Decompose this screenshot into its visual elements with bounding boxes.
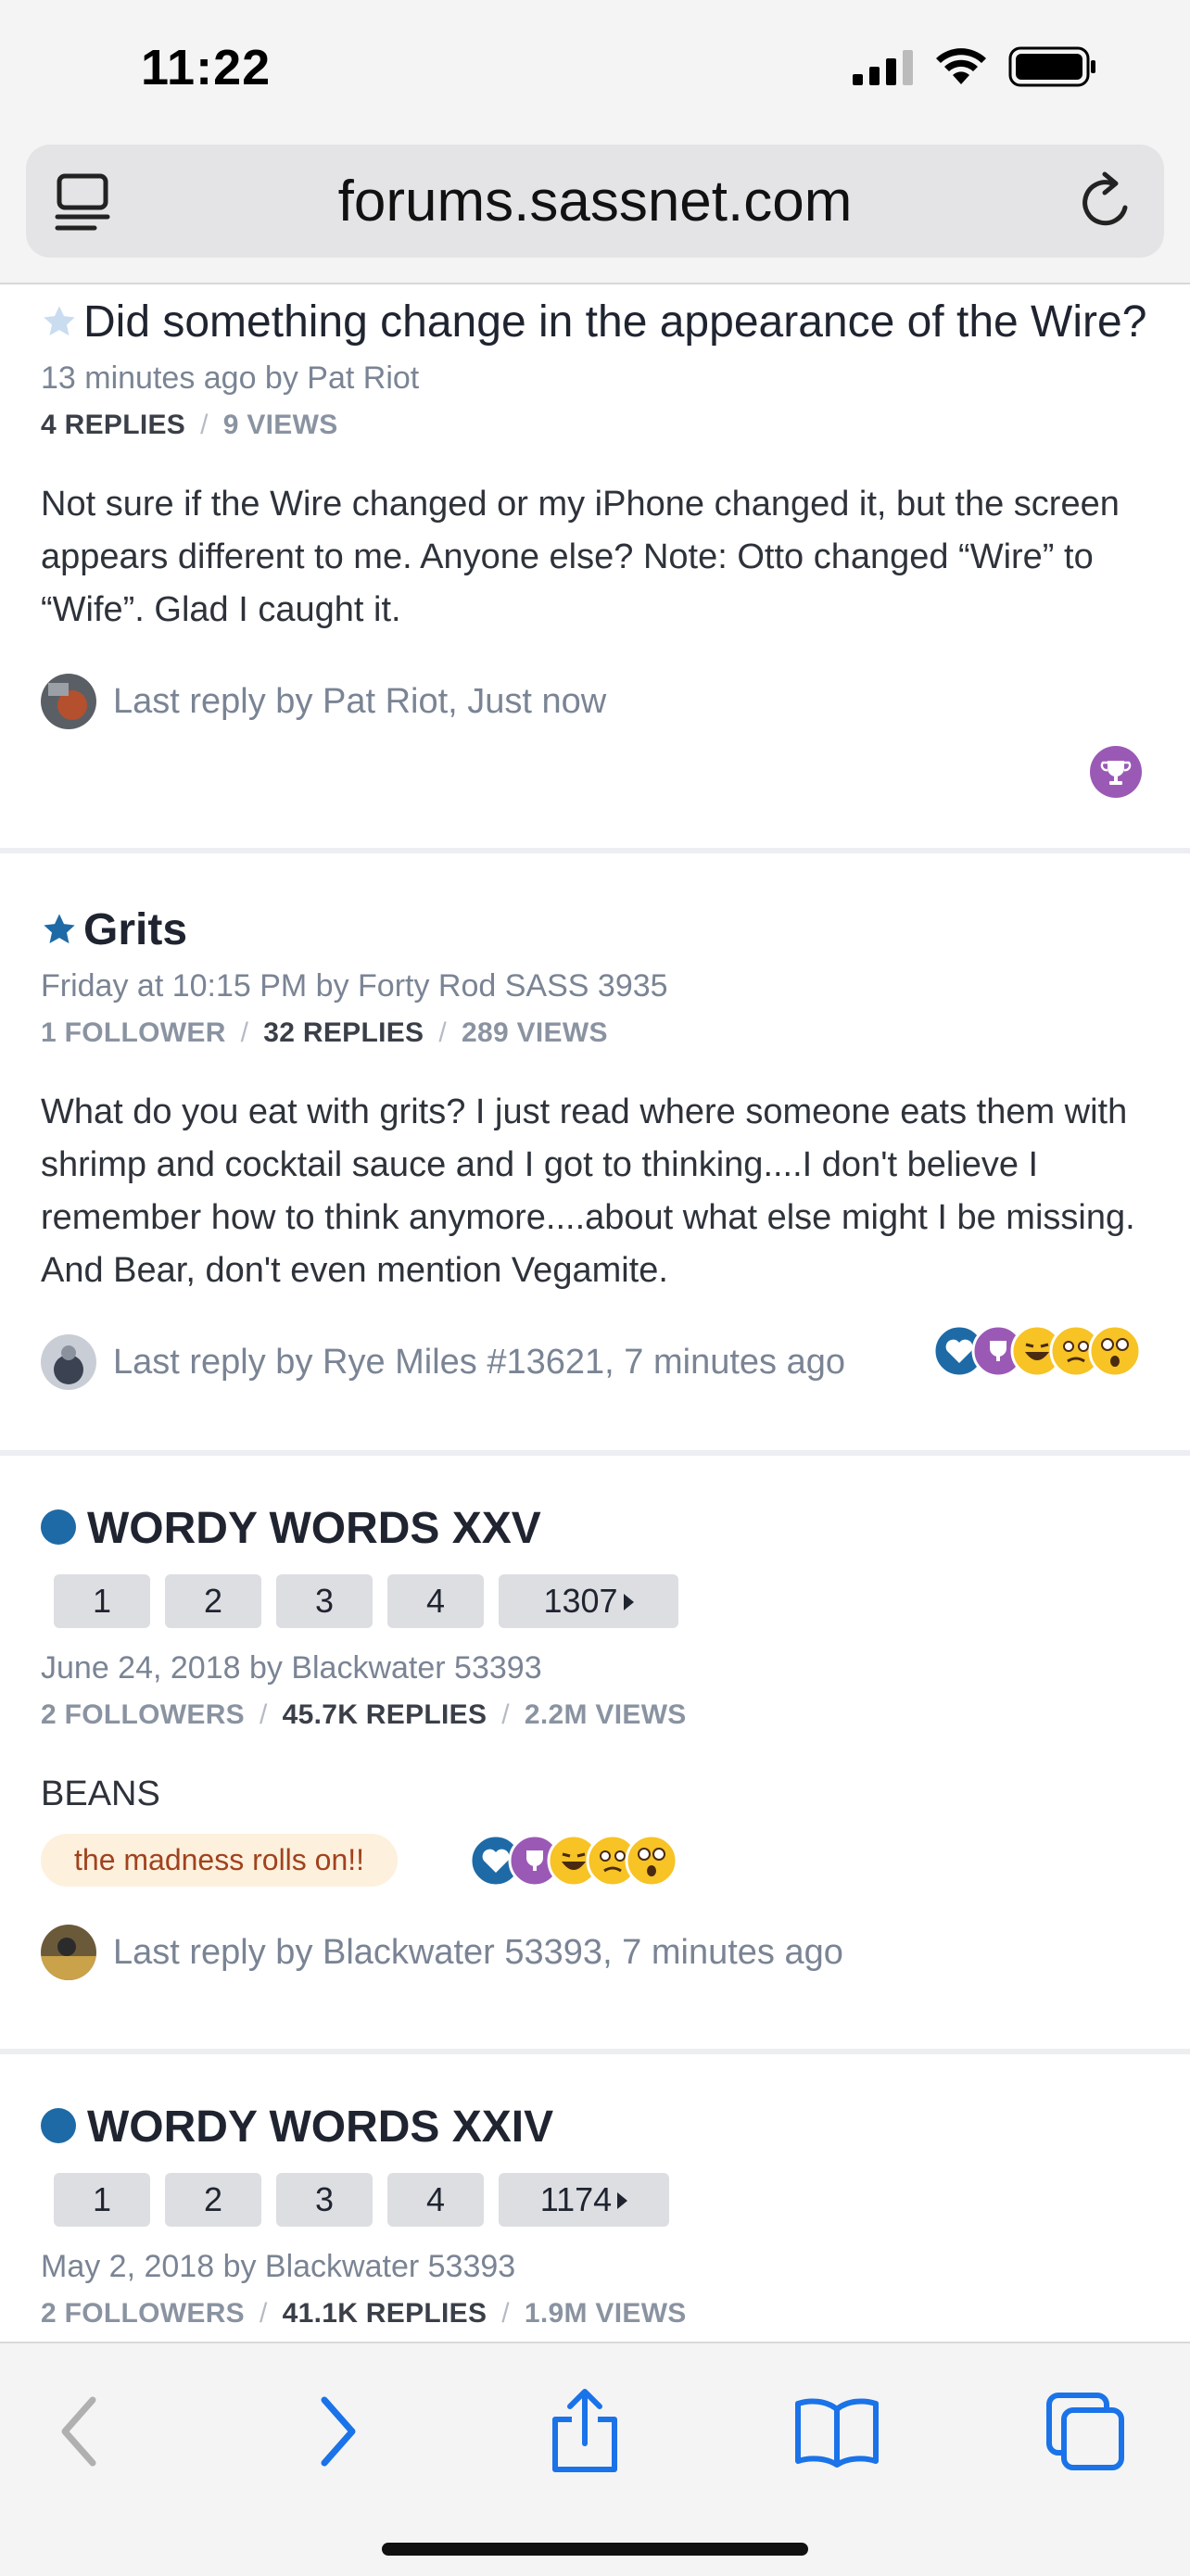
wow-reaction-icon[interactable] — [1088, 1324, 1142, 1378]
thread-item[interactable]: WORDY WORDS XXIV 1 2 3 4 1174 May 2, 201… — [0, 2054, 1190, 2342]
page-link-2[interactable]: 2 — [165, 1574, 261, 1628]
replies-count: 45.7K REPLIES — [282, 1699, 487, 1730]
status-bar: 11:22 — [0, 0, 1190, 139]
thread-excerpt: BEANS — [41, 1774, 160, 1813]
followers-count: 2 FOLLOWERS — [41, 2298, 245, 2329]
replies-count: 41.1K REPLIES — [282, 2298, 487, 2329]
last-reply[interactable]: Last reply by Blackwater 53393, 7 minute… — [41, 1925, 1149, 1980]
thread-meta: June 24, 2018 by Blackwater 53393 — [41, 1650, 542, 1686]
caret-right-icon — [617, 2192, 628, 2209]
reactions[interactable] — [469, 1834, 678, 1888]
page-link-3[interactable]: 3 — [276, 2173, 373, 2227]
reactions[interactable] — [932, 1324, 1142, 1378]
thread-item[interactable]: Grits Friday at 10:15 PM by Forty Rod SA… — [0, 853, 1190, 1456]
avatar[interactable] — [41, 1334, 96, 1390]
home-indicator — [382, 2543, 808, 2556]
thread-meta: 13 minutes ago by Pat Riot — [41, 360, 420, 396]
thread-list: Did something change in the appearance o… — [0, 284, 1190, 2342]
star-filled-icon[interactable] — [41, 911, 78, 948]
page-link-1[interactable]: 1 — [54, 1574, 150, 1628]
views-count: 2.2M VIEWS — [524, 1699, 687, 1730]
page-links: 1 2 3 4 1174 — [41, 2173, 1149, 2227]
thread-tag[interactable]: the madness rolls on!! — [41, 1834, 399, 1887]
last-reply-text[interactable]: Last reply by Pat Riot, Just now — [113, 682, 606, 722]
trophy-icon — [1090, 746, 1142, 798]
thread-stats: 4 REPLIES/9 VIEWS — [41, 410, 338, 440]
bookmarks-icon[interactable] — [792, 2394, 881, 2469]
signal-icon — [853, 50, 913, 85]
tabs-icon[interactable] — [1044, 2390, 1127, 2473]
last-reply-text[interactable]: Last reply by Blackwater 53393, 7 minute… — [113, 1933, 843, 1973]
page-link-4[interactable]: 4 — [387, 1574, 484, 1628]
url-text[interactable]: forums.sassnet.com — [26, 169, 1164, 234]
thread-title[interactable]: WORDY WORDS XXIV — [41, 2099, 1149, 2156]
address-bar[interactable]: forums.sassnet.com — [26, 145, 1164, 258]
thread-title[interactable]: WORDY WORDS XXV — [41, 1500, 1149, 1558]
page-link-2[interactable]: 2 — [165, 2173, 261, 2227]
thread-title[interactable]: Did something change in the appearance o… — [41, 294, 1149, 351]
unread-dot — [41, 2108, 76, 2143]
followers-count: 1 FOLLOWER — [41, 1017, 226, 1048]
thread-stats: 1 FOLLOWER/32 REPLIES/289 VIEWS — [41, 1017, 608, 1048]
share-button[interactable] — [534, 2380, 636, 2482]
page-link-4[interactable]: 4 — [387, 2173, 484, 2227]
wifi-icon — [936, 48, 986, 84]
last-reply[interactable]: Last reply by Pat Riot, Just now — [41, 674, 1149, 729]
page-links: 1 2 3 4 1307 — [41, 1574, 1149, 1628]
replies-count: 4 REPLIES — [41, 410, 186, 440]
back-icon[interactable] — [56, 2394, 102, 2469]
status-icons — [853, 46, 1097, 87]
thread-stats: 2 FOLLOWERS/45.7K REPLIES/2.2M VIEWS — [41, 1699, 687, 1730]
avatar[interactable] — [41, 1925, 96, 1980]
views-count: 9 VIEWS — [222, 410, 338, 440]
forward-button[interactable] — [287, 2380, 389, 2482]
views-count: 289 VIEWS — [462, 1017, 608, 1048]
status-time: 11:22 — [141, 40, 272, 95]
page-link-last[interactable]: 1174 — [499, 2173, 669, 2227]
thread-item[interactable]: WORDY WORDS XXV 1 2 3 4 1307 June 24, 20… — [0, 1456, 1190, 2054]
thread-excerpt: Not sure if the Wire changed or my iPhon… — [41, 485, 1120, 629]
thread-stats: 2 FOLLOWERS/41.1K REPLIES/1.9M VIEWS — [41, 2298, 687, 2329]
views-count: 1.9M VIEWS — [524, 2298, 687, 2329]
followers-count: 2 FOLLOWERS — [41, 1699, 245, 1730]
page-link-last[interactable]: 1307 — [499, 1574, 678, 1628]
thread-title[interactable]: Grits — [41, 902, 1149, 959]
thread-meta: May 2, 2018 by Blackwater 53393 — [41, 2249, 516, 2284]
browser-toolbar — [0, 2342, 1190, 2576]
back-button[interactable] — [28, 2380, 130, 2482]
bookmarks-button[interactable] — [786, 2380, 888, 2482]
avatar[interactable] — [41, 674, 96, 729]
thread-excerpt: What do you eat with grits? I just read … — [41, 1092, 1135, 1290]
page-link-3[interactable]: 3 — [276, 1574, 373, 1628]
replies-count: 32 REPLIES — [263, 1017, 424, 1048]
battery-icon — [1008, 46, 1095, 87]
caret-right-icon — [623, 1594, 634, 1610]
tabs-button[interactable] — [1034, 2380, 1136, 2482]
share-icon[interactable] — [548, 2388, 622, 2475]
last-reply-text[interactable]: Last reply by Rye Miles #13621, 7 minute… — [113, 1343, 845, 1383]
browser-top-bar: forums.sassnet.com — [0, 139, 1190, 284]
wow-reaction-icon[interactable] — [625, 1834, 678, 1888]
unread-dot — [41, 1509, 76, 1545]
thread-meta: Friday at 10:15 PM by Forty Rod SASS 393… — [41, 968, 668, 1004]
page-link-1[interactable]: 1 — [54, 2173, 150, 2227]
thread-item[interactable]: Did something change in the appearance o… — [0, 284, 1190, 853]
star-outline-icon[interactable] — [41, 303, 78, 340]
forward-icon[interactable] — [315, 2394, 361, 2469]
reload-icon[interactable] — [1077, 170, 1136, 234]
